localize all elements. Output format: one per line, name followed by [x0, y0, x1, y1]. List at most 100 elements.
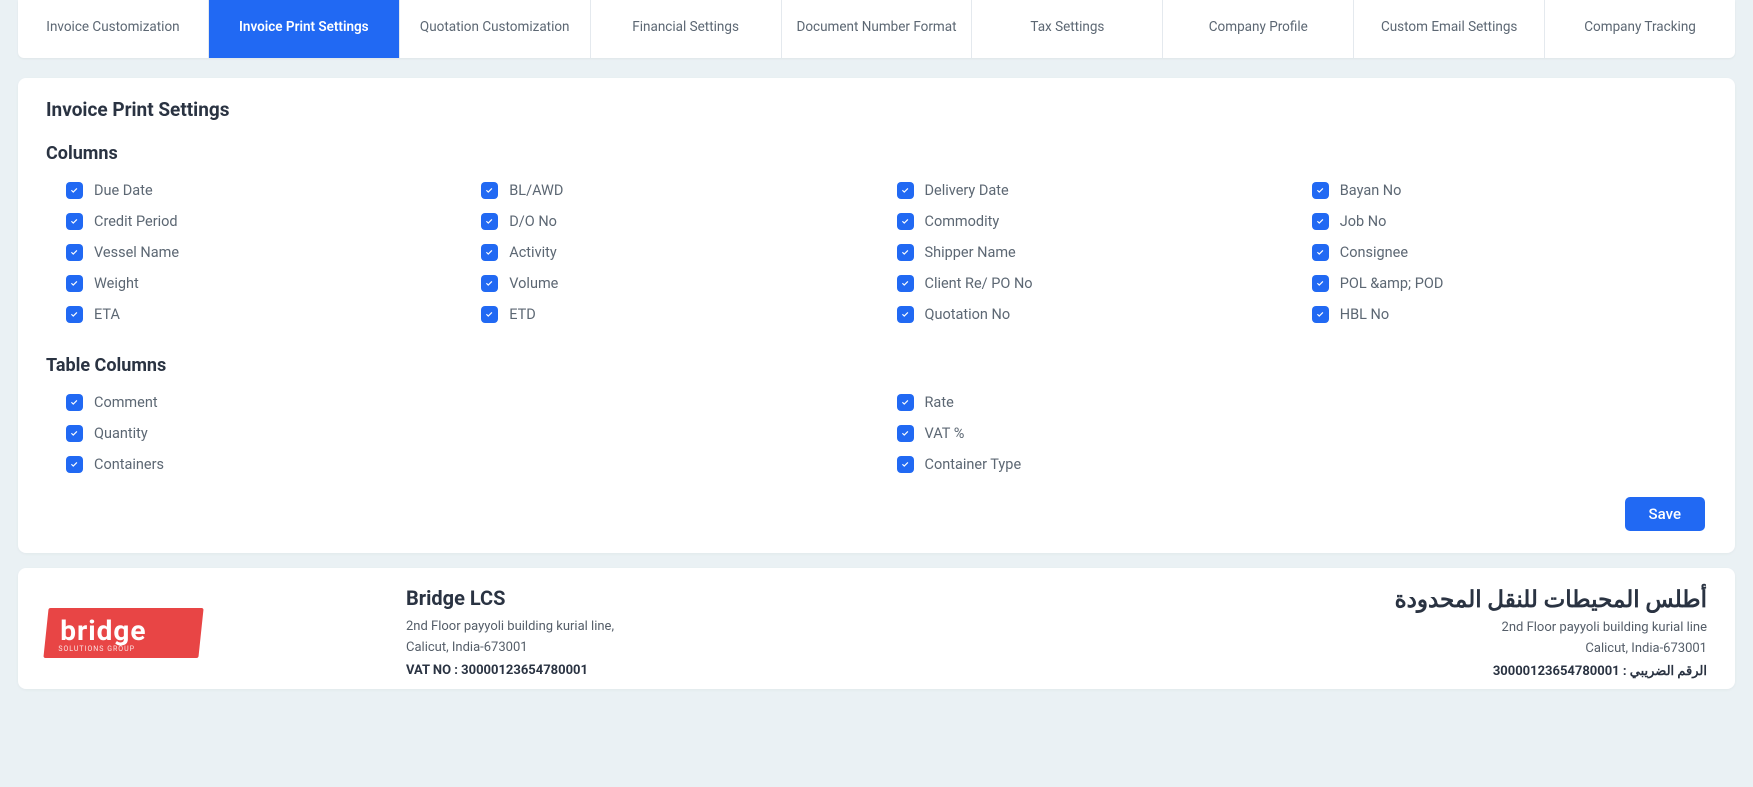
checkbox-label: Delivery Date [925, 182, 1009, 199]
columns-item: Delivery Date [897, 182, 1292, 199]
checkbox[interactable] [897, 213, 914, 230]
checkbox[interactable] [1312, 275, 1329, 292]
checkbox[interactable] [66, 425, 83, 442]
checkbox[interactable] [481, 182, 498, 199]
columns-item: D/O No [481, 213, 876, 230]
check-icon [69, 247, 80, 258]
checkbox[interactable] [481, 306, 498, 323]
vat-number: VAT NO : 30000123654780001 [406, 663, 1052, 678]
checkbox[interactable] [66, 456, 83, 473]
checkbox[interactable] [897, 244, 914, 261]
check-icon [69, 309, 80, 320]
tab-label: Custom Email Settings [1381, 18, 1517, 38]
table-columns-grid: CommentRateQuantityVAT %ContainersContai… [66, 394, 1707, 473]
checkbox[interactable] [66, 213, 83, 230]
check-icon [1315, 216, 1326, 227]
columns-item: ETA [66, 306, 461, 323]
checkbox[interactable] [1312, 244, 1329, 261]
checkbox[interactable] [1312, 306, 1329, 323]
tab-tax-settings[interactable]: Tax Settings [972, 0, 1163, 58]
checkbox-label: Container Type [925, 456, 1022, 473]
checkbox[interactable] [897, 456, 914, 473]
check-icon [484, 278, 495, 289]
columns-item: ETD [481, 306, 876, 323]
table-columns-item: Rate [897, 394, 1708, 411]
checkbox[interactable] [897, 425, 914, 442]
check-icon [484, 309, 495, 320]
checkbox-label: ETA [94, 306, 120, 323]
columns-item: Consignee [1312, 244, 1707, 261]
check-icon [900, 309, 911, 320]
company-name: Bridge LCS [406, 586, 1052, 610]
checkbox[interactable] [481, 244, 498, 261]
checkbox[interactable] [66, 275, 83, 292]
table-columns-item: VAT % [897, 425, 1708, 442]
tab-label: Invoice Customization [46, 18, 179, 38]
check-icon [1315, 185, 1326, 196]
settings-tabs: Invoice Customization Invoice Print Setti… [18, 0, 1735, 58]
columns-item: Job No [1312, 213, 1707, 230]
check-icon [900, 278, 911, 289]
columns-item: Bayan No [1312, 182, 1707, 199]
content-card: Invoice Print Settings Columns Due DateB… [18, 78, 1735, 553]
checkbox[interactable] [897, 306, 914, 323]
tab-label: Document Number Format [796, 18, 956, 38]
checkbox[interactable] [481, 213, 498, 230]
table-columns-item: Quantity [66, 425, 877, 442]
columns-item: Quotation No [897, 306, 1292, 323]
checkbox[interactable] [897, 275, 914, 292]
columns-item: Due Date [66, 182, 461, 199]
tab-financial-settings[interactable]: Financial Settings [591, 0, 782, 58]
tab-quotation-customization[interactable]: Quotation Customization [400, 0, 591, 58]
checkbox-label: Vessel Name [94, 244, 179, 261]
tab-custom-email-settings[interactable]: Custom Email Settings [1354, 0, 1545, 58]
checkbox-label: Credit Period [94, 213, 178, 230]
check-icon [900, 459, 911, 470]
preview-card: bridge SOLUTIONS GROUP Bridge LCS 2nd Fl… [18, 568, 1735, 689]
checkbox-label: Rate [925, 394, 954, 411]
checkbox[interactable] [1312, 213, 1329, 230]
columns-item: BL/AWD [481, 182, 876, 199]
checkbox[interactable] [897, 394, 914, 411]
save-button[interactable]: Save [1625, 497, 1705, 531]
checkbox[interactable] [66, 394, 83, 411]
check-icon [69, 397, 80, 408]
checkbox-label: Shipper Name [925, 244, 1016, 261]
tab-document-number-format[interactable]: Document Number Format [782, 0, 973, 58]
checkbox-label: Activity [509, 244, 556, 261]
checkbox-label: POL &amp; POD [1340, 275, 1444, 292]
checkbox-label: Consignee [1340, 244, 1408, 261]
tab-invoice-print-settings[interactable]: Invoice Print Settings [209, 0, 400, 58]
columns-item: Weight [66, 275, 461, 292]
table-columns-item: Container Type [897, 456, 1708, 473]
checkbox[interactable] [66, 244, 83, 261]
checkbox-label: D/O No [509, 213, 557, 230]
checkbox-label: Quotation No [925, 306, 1011, 323]
check-icon [900, 397, 911, 408]
tab-label: Invoice Print Settings [239, 18, 369, 38]
tab-company-tracking[interactable]: Company Tracking [1545, 0, 1735, 58]
checkbox-label: ETD [509, 306, 536, 323]
check-icon [900, 247, 911, 258]
logo: bridge SOLUTIONS GROUP [43, 608, 203, 658]
logo-tagline: SOLUTIONS GROUP [58, 645, 185, 653]
checkbox[interactable] [66, 182, 83, 199]
checkbox[interactable] [66, 306, 83, 323]
checkbox-label: Client Re/ PO No [925, 275, 1033, 292]
columns-item: Volume [481, 275, 876, 292]
checkbox-label: Weight [94, 275, 139, 292]
checkbox-label: Comment [94, 394, 158, 411]
checkbox-label: Job No [1340, 213, 1387, 230]
tab-invoice-customization[interactable]: Invoice Customization [18, 0, 209, 58]
preview-logo-column: bridge SOLUTIONS GROUP [46, 586, 396, 679]
check-icon [900, 428, 911, 439]
columns-grid: Due Date BL/AWD Delivery Date Bayan No Credi… [66, 182, 1707, 323]
tab-company-profile[interactable]: Company Profile [1163, 0, 1354, 58]
checkbox-label: VAT % [925, 425, 965, 442]
checkbox-label: Due Date [94, 182, 153, 199]
check-icon [69, 185, 80, 196]
save-row: Save [46, 497, 1707, 531]
checkbox[interactable] [897, 182, 914, 199]
checkbox[interactable] [481, 275, 498, 292]
checkbox[interactable] [1312, 182, 1329, 199]
